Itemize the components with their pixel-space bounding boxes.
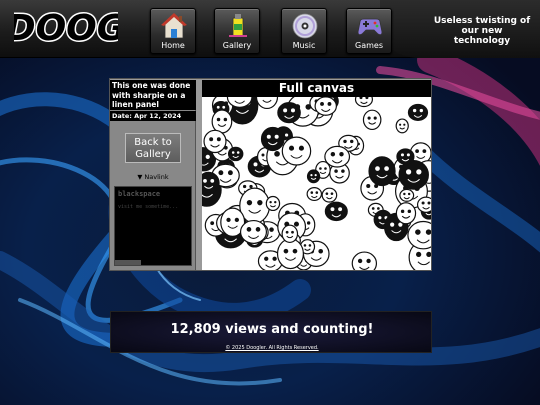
nav-games-label: Games	[355, 41, 383, 50]
view-counter: 12,809 views and counting!	[170, 322, 374, 337]
house-icon	[160, 13, 188, 39]
logo[interactable]: DOOG	[14, 4, 118, 49]
footer-banner: 12,809 views and counting! © 2025 Doogle…	[110, 311, 432, 353]
tagline: Useless twisting of our new technology	[433, 16, 531, 46]
nav-games-button[interactable]: Games	[346, 8, 392, 54]
paint-tube-icon	[229, 14, 247, 37]
gamepad-icon	[357, 18, 383, 36]
blackspace-subtitle: visit me sometime...	[118, 204, 179, 210]
artwork-info-column: This one was done with sharpie on a line…	[110, 80, 196, 270]
nav-home-label: Home	[161, 41, 185, 50]
nav-gallery-label: Gallery	[222, 41, 252, 50]
navlink[interactable]: ▼ Navlink	[110, 173, 196, 181]
copyright-link[interactable]: © 2025 Doogler. All Rights Reserved.	[111, 345, 433, 351]
canvas-title: Full canvas	[202, 80, 431, 97]
doodle-drawing	[202, 97, 431, 270]
back-to-gallery-button[interactable]: Back to Gallery	[125, 133, 181, 163]
nav-gallery-button[interactable]: Gallery	[214, 8, 260, 54]
nav-music-label: Music	[292, 41, 316, 50]
artwork-date: Date: Apr 12, 2024	[110, 111, 196, 121]
artwork-image[interactable]	[202, 97, 431, 270]
canvas-column: Full canvas	[202, 80, 431, 270]
blackspace-title: blackspace	[118, 190, 161, 198]
nav-home-button[interactable]: Home	[150, 8, 196, 54]
blackspace-widget[interactable]: blackspace visit me sometime...	[114, 186, 192, 266]
logo-text: DOOG	[14, 8, 118, 48]
nav-music-button[interactable]: Music	[281, 8, 327, 54]
blackspace-scrollbar[interactable]	[115, 260, 141, 265]
cd-icon	[292, 13, 318, 39]
artwork-description: This one was done with sharpie on a line…	[110, 80, 196, 110]
